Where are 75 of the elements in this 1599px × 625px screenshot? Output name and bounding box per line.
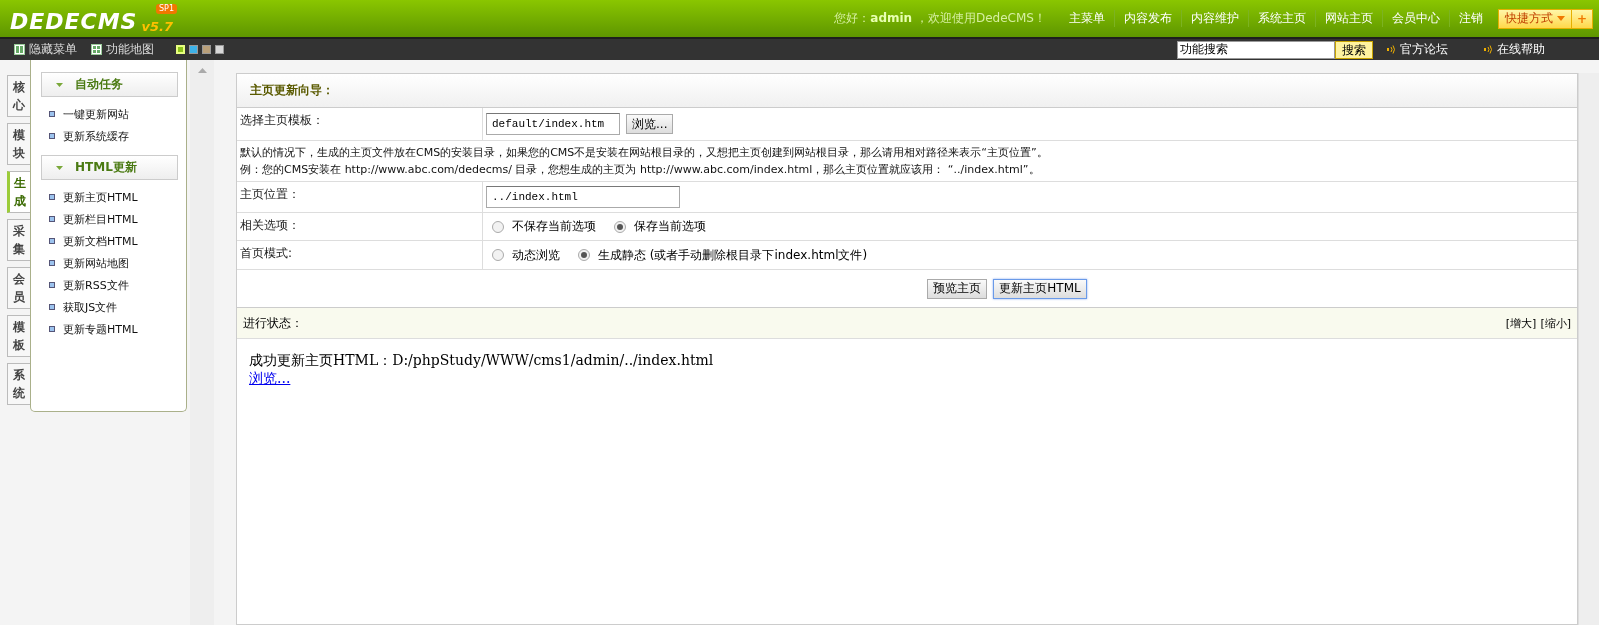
action-button[interactable]: 更新主页HTML: [993, 278, 1087, 299]
browse-link[interactable]: 浏览...: [249, 370, 291, 386]
field-label: 主页位置：: [237, 182, 483, 212]
group-title: HTML更新: [75, 159, 137, 176]
radio-button[interactable]: [492, 220, 504, 233]
help-link[interactable]: 官方论坛: [1387, 41, 1448, 58]
field-label: 相关选项：: [237, 213, 483, 240]
sound-icon: [1484, 45, 1492, 54]
bullet-icon: [49, 282, 55, 288]
menu-item[interactable]: 更新网站地图: [41, 252, 178, 274]
greeting-text: 您好：admin ，欢迎使用DedeCMS！: [834, 10, 1046, 27]
grid-icon: [91, 44, 102, 55]
menu-item[interactable]: 更新专题HTML: [41, 318, 178, 340]
version-label: v5.7: [141, 19, 173, 34]
radio-button[interactable]: [614, 220, 626, 233]
skin-swatch[interactable]: [189, 45, 198, 54]
bullet-icon: [49, 194, 55, 200]
version-badge: SP1: [156, 4, 177, 14]
bullet-icon: [49, 111, 55, 117]
resize-link[interactable]: [增大]: [1505, 316, 1537, 330]
side-tab[interactable]: 模块: [7, 123, 30, 165]
side-tab[interactable]: 生成: [7, 171, 30, 213]
search-button[interactable]: 搜索: [1335, 40, 1373, 59]
menu-item[interactable]: 更新系统缓存: [41, 125, 178, 147]
menu-item[interactable]: 更新栏目HTML: [41, 208, 178, 230]
caret-icon: [56, 82, 63, 87]
resize-link[interactable]: [缩小]: [1540, 316, 1571, 330]
radio-button[interactable]: [578, 249, 590, 261]
field-label: 首页模式:: [237, 241, 483, 269]
action-button[interactable]: 预览主页: [927, 278, 988, 299]
radio-option[interactable]: 不保存当前选项: [492, 218, 596, 235]
skin-swatch[interactable]: [215, 45, 224, 54]
side-tab[interactable]: 模板: [7, 315, 30, 357]
field-label: 选择主页模板：: [237, 108, 483, 140]
panel-icon: [14, 44, 25, 55]
radio-option[interactable]: 动态浏览: [492, 246, 560, 264]
skin-swatch[interactable]: [202, 45, 211, 54]
radio-option[interactable]: 生成静态 (或者手动删除根目录下index.html文件): [578, 246, 868, 264]
toolbar-link[interactable]: 功能地图: [91, 41, 154, 58]
menu-group-header[interactable]: 自动任务: [41, 72, 178, 97]
menu-item[interactable]: 更新文档HTML: [41, 230, 178, 252]
caret-icon: [1556, 16, 1565, 21]
shortcut-button[interactable]: 快捷方式: [1498, 9, 1571, 28]
menu-item[interactable]: 获取JS文件: [41, 296, 178, 318]
location-field[interactable]: ../index.html: [486, 186, 680, 208]
caret-icon: [56, 165, 63, 170]
toolbar-link[interactable]: 隐藏菜单: [14, 41, 77, 58]
bullet-icon: [49, 326, 55, 332]
radio-option[interactable]: 保存当前选项: [614, 218, 706, 235]
browse-button[interactable]: 浏览...: [626, 114, 674, 134]
bullet-icon: [49, 133, 55, 139]
group-title: 自动任务: [75, 76, 123, 93]
menu-group-header[interactable]: HTML更新: [41, 155, 178, 180]
search-field[interactable]: 功能搜索: [1177, 40, 1335, 59]
side-tab[interactable]: 核心: [7, 75, 30, 117]
menu-item[interactable]: 更新RSS文件: [41, 274, 178, 296]
help-link[interactable]: 在线帮助: [1484, 41, 1545, 58]
side-tab[interactable]: 系统: [7, 363, 30, 405]
menu-item[interactable]: 一键更新网站: [41, 103, 178, 125]
status-label: 进行状态：: [243, 314, 303, 332]
note-text: 例：您的CMS安装在 http://www.abc.com/dedecms/ 目录，您想生成的主页为 http://www.abc.com/index.html，那么主页位置就应该用： “../index.html”。: [240, 162, 1041, 178]
bullet-icon: [49, 304, 55, 310]
side-tab[interactable]: 会员: [7, 267, 30, 309]
menu-item[interactable]: 更新主页HTML: [41, 186, 178, 208]
radio-button[interactable]: [492, 249, 504, 261]
sound-icon: [1387, 45, 1395, 54]
side-tab[interactable]: 采集: [7, 219, 30, 261]
result-message: 成功更新主页HTML：D:/phpStudy/WWW/cms1/admin/../index.html: [249, 352, 715, 370]
logo: DEDECMS: [10, 9, 138, 34]
bullet-icon: [49, 260, 55, 266]
template-field[interactable]: default/index.htm: [486, 113, 620, 135]
bullet-icon: [49, 216, 55, 222]
note-text: 默认的情况下，生成的主页文件放在CMS的安装目录，如果您的CMS不是安装在网站根目录的，又想把主页创建到网站根目录，那么请用相对路径来表示“主页位置”。: [240, 145, 1049, 161]
scroll-up-icon[interactable]: [197, 68, 207, 73]
bullet-icon: [49, 238, 55, 244]
